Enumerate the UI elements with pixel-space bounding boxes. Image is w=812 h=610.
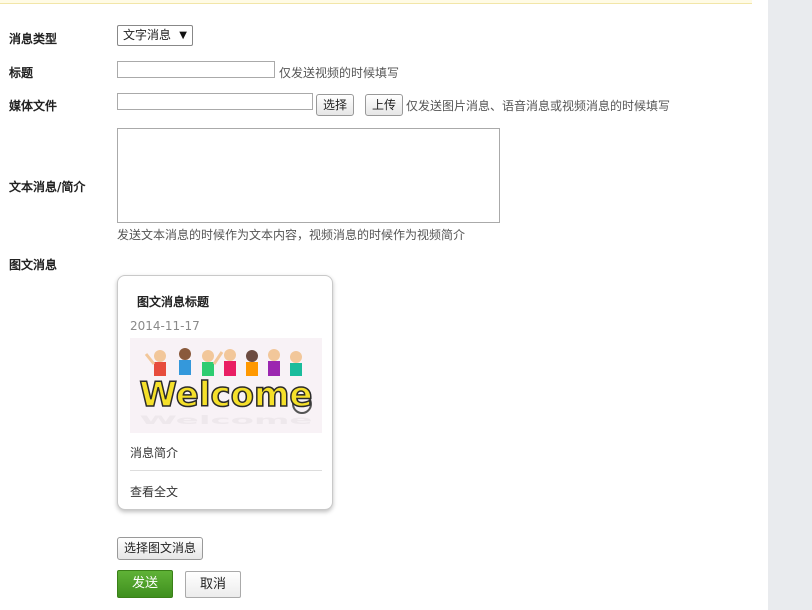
title-input[interactable] xyxy=(117,61,275,78)
msg-type-value: 文字消息 xyxy=(123,28,172,42)
news-card-title: 图文消息标题 xyxy=(137,295,210,309)
text-msg-textarea[interactable] xyxy=(117,128,500,223)
right-side-panel xyxy=(768,0,812,610)
send-button[interactable]: 发送 xyxy=(117,570,173,598)
read-more-link[interactable]: 查看全文 xyxy=(130,483,178,500)
choose-news-button[interactable]: 选择图文消息 xyxy=(117,537,203,560)
cancel-button[interactable]: 取消 xyxy=(185,571,241,598)
title-label: 标题 xyxy=(9,66,34,80)
title-hint: 仅发送视频的时候填写 xyxy=(279,66,400,80)
notice-strip xyxy=(0,0,752,4)
upload-button[interactable]: 上传 xyxy=(365,94,403,116)
media-label: 媒体文件 xyxy=(9,99,58,113)
text-msg-hint: 发送文本消息的时候作为文本内容，视频消息的时候作为视频简介 xyxy=(117,228,466,242)
welcome-reflection: Welcome xyxy=(139,413,312,427)
choose-file-button[interactable]: 选择 xyxy=(316,94,354,116)
welcome-image-text: Welcome xyxy=(139,375,312,415)
news-card-divider xyxy=(130,470,322,471)
news-label: 图文消息 xyxy=(9,258,58,272)
msg-type-select[interactable]: 文字消息 ▼ xyxy=(117,25,193,46)
chevron-down-icon: ▼ xyxy=(179,30,187,41)
welcome-image: Welcome Welcome xyxy=(130,338,322,433)
news-card: 图文消息标题 2014-11-17 Welcome Welcome 消息简介 查… xyxy=(117,275,333,510)
news-card-date: 2014-11-17 xyxy=(130,319,200,333)
text-msg-label: 文本消息/简介 xyxy=(9,180,86,194)
news-card-summary: 消息简介 xyxy=(130,446,179,460)
msg-type-label: 消息类型 xyxy=(9,32,58,46)
media-file-input[interactable] xyxy=(117,93,313,110)
news-card-image: Welcome Welcome xyxy=(130,338,322,433)
media-hint: 仅发送图片消息、语音消息或视频消息的时候填写 xyxy=(406,99,671,113)
